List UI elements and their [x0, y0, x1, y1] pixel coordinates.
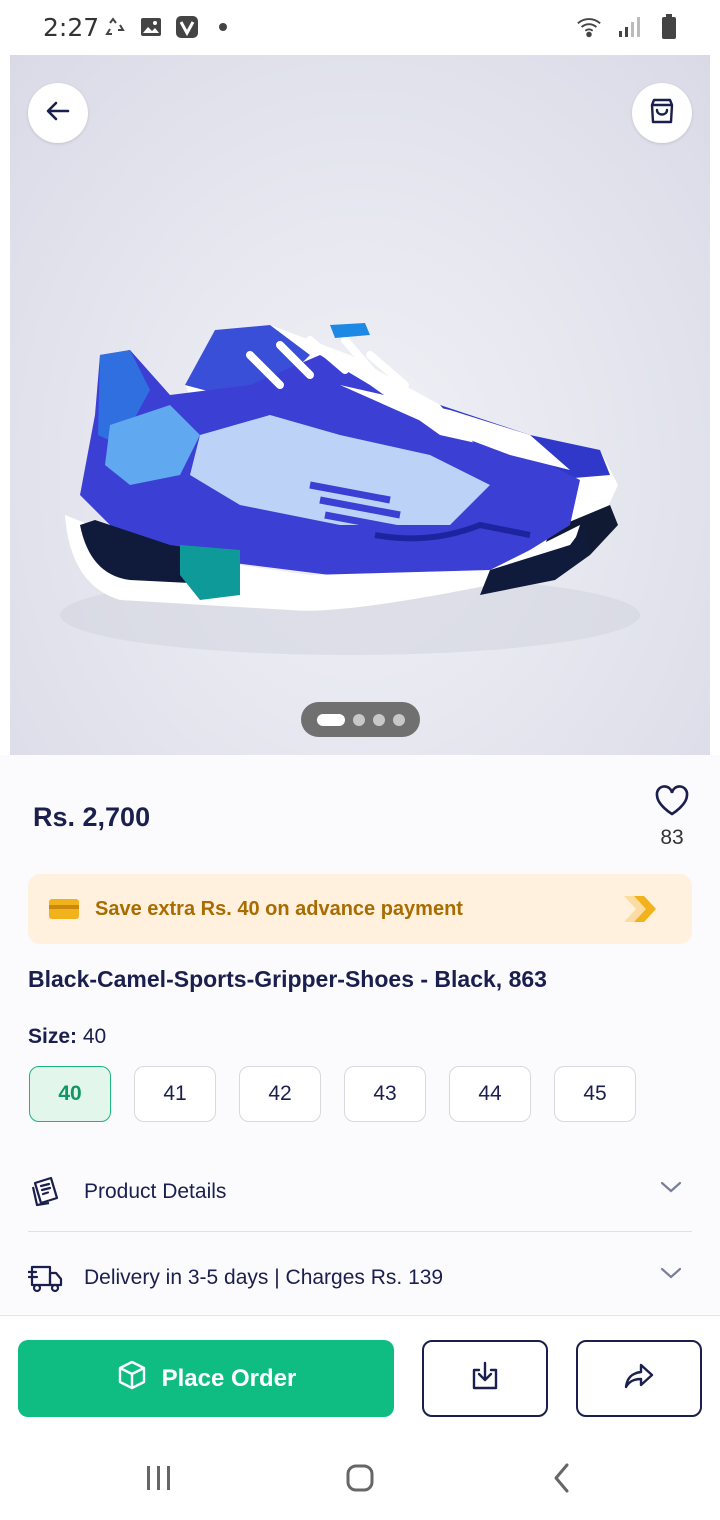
recent-apps-button[interactable]	[139, 1462, 179, 1498]
delivery-row[interactable]: Delivery in 3-5 days | Charges Rs. 139	[28, 1238, 692, 1318]
size-option[interactable]: 44	[449, 1066, 531, 1122]
delivery-label: Delivery in 3-5 days | Charges Rs. 139	[84, 1266, 444, 1289]
recent-apps-icon	[144, 1464, 174, 1497]
product-details-label: Product Details	[84, 1179, 227, 1203]
pager-dot[interactable]	[352, 713, 365, 726]
product-details-row[interactable]: Product Details	[28, 1152, 692, 1232]
chevron-left-icon	[551, 1462, 573, 1499]
promo-text: Save extra Rs. 40 on advance payment	[95, 897, 463, 920]
size-option[interactable]: 40	[29, 1066, 111, 1122]
box-icon	[116, 1359, 148, 1398]
place-order-button[interactable]: Place Order	[18, 1340, 394, 1417]
arrow-left-icon	[44, 97, 72, 130]
pager-dot[interactable]	[392, 713, 405, 726]
chevron-down-icon	[660, 1180, 682, 1199]
product-image[interactable]	[10, 55, 710, 755]
status-time: 2:27	[43, 13, 100, 42]
back-nav-button[interactable]	[542, 1462, 582, 1498]
product-info: Rs. 2,700 83 Save extra Rs. 40 on advanc…	[0, 755, 720, 1315]
share-button[interactable]	[576, 1340, 702, 1417]
home-icon	[344, 1462, 376, 1499]
status-icons-left	[102, 14, 236, 40]
image-pager[interactable]	[301, 702, 420, 737]
pager-dot[interactable]	[316, 713, 345, 726]
share-icon	[623, 1360, 655, 1397]
cart-button[interactable]	[632, 83, 692, 143]
status-bar: 2:27	[0, 0, 720, 55]
advance-payment-banner[interactable]: Save extra Rs. 40 on advance payment	[28, 874, 692, 944]
action-bar: Place Order	[0, 1315, 720, 1440]
battery-icon	[656, 14, 682, 40]
back-button[interactable]	[28, 83, 88, 143]
pager-dot[interactable]	[372, 713, 385, 726]
size-label: Size: 40	[28, 1025, 106, 1049]
recycle-icon	[102, 14, 128, 40]
download-icon	[469, 1360, 501, 1397]
size-option[interactable]: 45	[554, 1066, 636, 1122]
selected-size-value: 40	[82, 1025, 107, 1048]
size-option[interactable]: 42	[239, 1066, 321, 1122]
size-options: 40 41 42 43 44 45	[29, 1066, 636, 1122]
document-icon	[28, 1174, 64, 1210]
size-label-text: Size:	[28, 1025, 78, 1048]
double-chevron-right-icon	[622, 894, 658, 929]
size-option[interactable]: 41	[134, 1066, 216, 1122]
heart-icon	[654, 785, 690, 821]
product-price: Rs. 2,700	[33, 802, 151, 832]
v-app-icon	[174, 14, 200, 40]
home-button[interactable]	[340, 1462, 380, 1498]
wishlist-button[interactable]: 83	[650, 785, 694, 850]
wishlist-count: 83	[660, 826, 684, 849]
download-button[interactable]	[422, 1340, 548, 1417]
shoe-illustration	[60, 323, 640, 655]
dot-icon	[210, 14, 236, 40]
shopping-bag-icon	[647, 96, 677, 131]
credit-card-icon	[49, 899, 79, 919]
delivery-truck-icon	[28, 1260, 64, 1296]
system-nav-bar	[0, 1440, 720, 1520]
size-option[interactable]: 43	[344, 1066, 426, 1122]
product-title: Black-Camel-Sports-Gripper-Shoes - Black…	[28, 966, 547, 992]
status-icons-right	[576, 14, 682, 40]
signal-icon	[616, 14, 642, 40]
image-icon	[138, 14, 164, 40]
chevron-down-icon	[660, 1266, 682, 1285]
place-order-label: Place Order	[161, 1364, 297, 1392]
wifi-icon	[576, 14, 602, 40]
